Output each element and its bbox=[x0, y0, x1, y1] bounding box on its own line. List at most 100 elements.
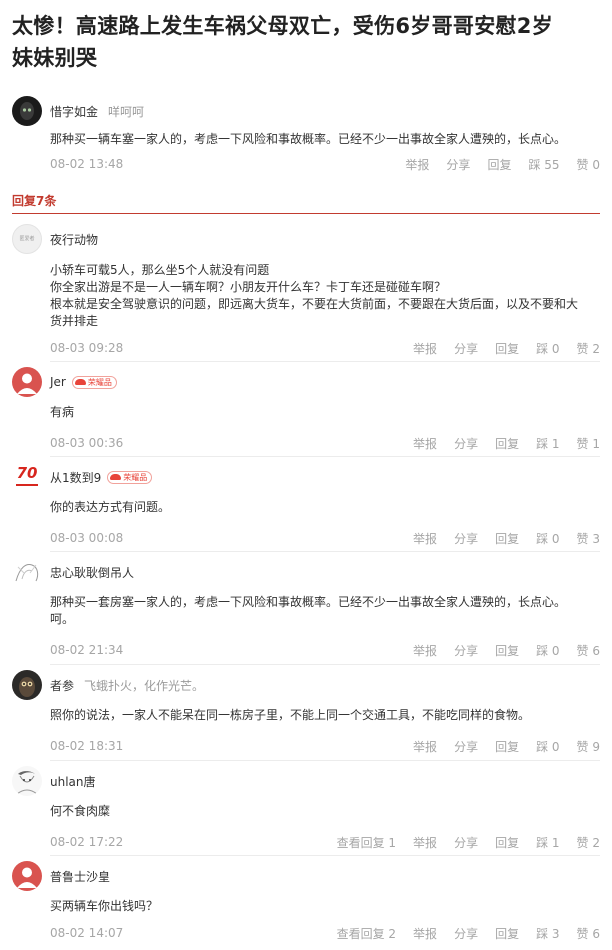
dislike-button[interactable]: 踩 1 bbox=[536, 435, 559, 452]
comment-text: 买两辆车你出钱吗？ bbox=[50, 898, 600, 915]
comment-meta: 08-02 14:07 查看回复 2 举报 分享 回复 踩 3 赞 6 bbox=[50, 924, 600, 942]
reply-button[interactable]: 回复 bbox=[495, 738, 519, 755]
avatar[interactable] bbox=[12, 557, 42, 587]
like-button[interactable]: 赞 6 bbox=[577, 925, 600, 942]
avatar[interactable] bbox=[12, 96, 42, 126]
comment-meta: 08-02 18:31 举报 分享 回复 踩 0 赞 9 bbox=[50, 737, 600, 755]
reply-item: 普鲁士沙皇 买两辆车你出钱吗？ 08-02 14:07 查看回复 2 举报 分享… bbox=[12, 856, 600, 950]
reply-button[interactable]: 回复 bbox=[495, 340, 519, 357]
reply-item: 匿爱者 夜行动物 小轿车可载5人，那么坐5个人就没有问题 你全家出游是不是一人一… bbox=[12, 214, 600, 362]
avatar-label: 70 bbox=[16, 464, 38, 482]
reply-item: Jer 荣耀品 有病 08-03 00:36 举报 分享 回复 踩 1 赞 1 bbox=[12, 362, 600, 457]
dislike-button[interactable]: 踩 0 bbox=[536, 530, 559, 547]
replies-header: 回复7条 bbox=[12, 188, 600, 214]
cloud-icon bbox=[74, 379, 86, 385]
comment-meta: 08-03 00:08 举报 分享 回复 踩 0 赞 3 bbox=[50, 529, 600, 547]
comment-header: uhlan唐 bbox=[50, 772, 96, 790]
dislike-button[interactable]: 踩 55 bbox=[528, 156, 559, 173]
author-name[interactable]: 忠心耿耿倒吊人 bbox=[50, 564, 134, 581]
comment-text-line: 你全家出游是不是一人一辆车啊？小朋友开什么车？卡丁车还是碰碰车啊？ bbox=[50, 280, 447, 294]
article-title[interactable]: 太惨！高速路上发生车祸父母双亡，受伤6岁哥哥安慰2岁 妹妹别哭 bbox=[12, 0, 600, 74]
report-button[interactable]: 举报 bbox=[413, 340, 437, 357]
replies-count[interactable]: 回复7条 bbox=[12, 192, 56, 209]
comment-text: 何不食肉糜 bbox=[50, 803, 600, 820]
comment-meta: 08-02 21:34 举报 分享 回复 踩 0 赞 6 bbox=[50, 641, 600, 659]
reply-button[interactable]: 回复 bbox=[495, 642, 519, 659]
share-button[interactable]: 分享 bbox=[454, 738, 478, 755]
share-button[interactable]: 分享 bbox=[454, 530, 478, 547]
view-replies-button[interactable]: 查看回复 1 bbox=[337, 834, 396, 851]
dislike-button[interactable]: 踩 0 bbox=[536, 642, 559, 659]
author-name[interactable]: 从1数到9 bbox=[50, 469, 101, 486]
dislike-button[interactable]: 踩 0 bbox=[536, 340, 559, 357]
author-name[interactable]: 普鲁士沙皇 bbox=[50, 868, 110, 885]
like-button[interactable]: 赞 6 bbox=[577, 642, 600, 659]
share-button[interactable]: 分享 bbox=[454, 435, 478, 452]
top-comment: 惜字如金 咩呵呵 那种买一辆车塞一家人的，考虑一下风险和事故概率。已经不少一出事… bbox=[12, 96, 600, 184]
comment-header: 忠心耿耿倒吊人 bbox=[50, 563, 134, 581]
report-button[interactable]: 举报 bbox=[405, 156, 429, 173]
like-button[interactable]: 赞 2 bbox=[577, 834, 600, 851]
comment-text-line: 照你的说法，一家人不能呆在同一栋房子里，不能上同一个交通工具，不能吃同样的食物。 bbox=[50, 708, 531, 722]
comment-text-line: 那种买一套房塞一家人的，考虑一下风险和事故概率。已经不少一出事故全家人遭殃的，长… bbox=[50, 595, 567, 609]
share-button[interactable]: 分享 bbox=[454, 834, 478, 851]
dislike-button[interactable]: 踩 0 bbox=[536, 738, 559, 755]
share-button[interactable]: 分享 bbox=[454, 340, 478, 357]
report-button[interactable]: 举报 bbox=[413, 738, 437, 755]
share-button[interactable]: 分享 bbox=[454, 925, 478, 942]
avatar[interactable]: 70 bbox=[12, 462, 42, 492]
comment-meta: 08-03 00:36 举报 分享 回复 踩 1 赞 1 bbox=[50, 434, 600, 452]
comment-header: 从1数到9 荣耀品 bbox=[50, 468, 153, 486]
avatar[interactable] bbox=[12, 861, 42, 891]
dislike-button[interactable]: 踩 3 bbox=[536, 925, 559, 942]
author-name[interactable]: uhlan唐 bbox=[50, 773, 96, 790]
share-button[interactable]: 分享 bbox=[454, 642, 478, 659]
comment-time: 08-03 00:08 bbox=[50, 531, 124, 545]
author-name[interactable]: 夜行动物 bbox=[50, 231, 98, 248]
reply-button[interactable]: 回复 bbox=[495, 925, 519, 942]
author-name[interactable]: Jer bbox=[50, 375, 66, 389]
like-button[interactable]: 赞 3 bbox=[577, 530, 600, 547]
comment-text: 那种买一套房塞一家人的，考虑一下风险和事故概率。已经不少一出事故全家人遭殃的，长… bbox=[50, 594, 600, 628]
like-button[interactable]: 赞 1 bbox=[577, 435, 600, 452]
reply-button[interactable]: 回复 bbox=[495, 530, 519, 547]
reply-item: 者参 飞蛾扑火，化作光芒。 照你的说法，一家人不能呆在同一栋房子里，不能上同一个… bbox=[12, 665, 600, 761]
reply-button[interactable]: 回复 bbox=[495, 435, 519, 452]
honor-badge: 荣耀品 bbox=[107, 470, 153, 484]
comment-text-line: 根本就是安全驾驶意识的问题，即远离大货车，不要在大货前面，不要跟在大货后面，以及… bbox=[50, 297, 579, 311]
comment-text-line: 买两辆车你出钱吗？ bbox=[50, 899, 159, 913]
like-button[interactable]: 赞 0 bbox=[577, 156, 600, 173]
reply-button[interactable]: 回复 bbox=[487, 156, 511, 173]
comment-text-line: 小轿车可载5人，那么坐5个人就没有问题 bbox=[50, 263, 270, 277]
author-name[interactable]: 惜字如金 bbox=[50, 103, 98, 120]
author-signature: 咩呵呵 bbox=[108, 104, 145, 119]
author-signature: 飞蛾扑火，化作光芒。 bbox=[84, 678, 205, 693]
view-replies-button[interactable]: 查看回复 2 bbox=[337, 925, 396, 942]
avatar[interactable] bbox=[12, 670, 42, 700]
comment-text-line: 何不食肉糜 bbox=[50, 804, 111, 818]
comment-time: 08-02 21:34 bbox=[50, 643, 124, 657]
comment-header: 普鲁士沙皇 bbox=[50, 867, 110, 885]
report-button[interactable]: 举报 bbox=[413, 642, 437, 659]
reply-item: 70 从1数到9 荣耀品 你的表达方式有问题。 08-03 00:08 举报 分… bbox=[12, 457, 600, 552]
reply-button[interactable]: 回复 bbox=[495, 834, 519, 851]
comment-text: 照你的说法，一家人不能呆在同一栋房子里，不能上同一个交通工具，不能吃同样的食物。 bbox=[50, 707, 600, 724]
article-title-line1: 太惨！高速路上发生车祸父母双亡，受伤6岁哥哥安慰2岁 bbox=[12, 14, 554, 38]
author-name[interactable]: 者参 bbox=[50, 677, 74, 694]
report-button[interactable]: 举报 bbox=[413, 834, 437, 851]
avatar[interactable] bbox=[12, 766, 42, 796]
share-button[interactable]: 分享 bbox=[446, 156, 470, 173]
dislike-button[interactable]: 踩 1 bbox=[536, 834, 559, 851]
comment-page: 太惨！高速路上发生车祸父母双亡，受伤6岁哥哥安慰2岁 妹妹别哭 惜字如金 咩呵呵… bbox=[0, 0, 612, 950]
comment-meta: 08-02 17:22 查看回复 1 举报 分享 回复 踩 1 赞 2 bbox=[50, 833, 600, 851]
report-button[interactable]: 举报 bbox=[413, 925, 437, 942]
report-button[interactable]: 举报 bbox=[413, 530, 437, 547]
like-button[interactable]: 赞 9 bbox=[577, 738, 600, 755]
avatar[interactable] bbox=[12, 367, 42, 397]
avatar[interactable]: 匿爱者 bbox=[12, 224, 42, 254]
report-button[interactable]: 举报 bbox=[413, 435, 437, 452]
like-button[interactable]: 赞 2 bbox=[577, 340, 600, 357]
comment-time: 08-03 00:36 bbox=[50, 436, 124, 450]
reply-item: 忠心耿耿倒吊人 那种买一套房塞一家人的，考虑一下风险和事故概率。已经不少一出事故… bbox=[12, 552, 600, 665]
comment-text: 你的表达方式有问题。 bbox=[50, 499, 600, 516]
